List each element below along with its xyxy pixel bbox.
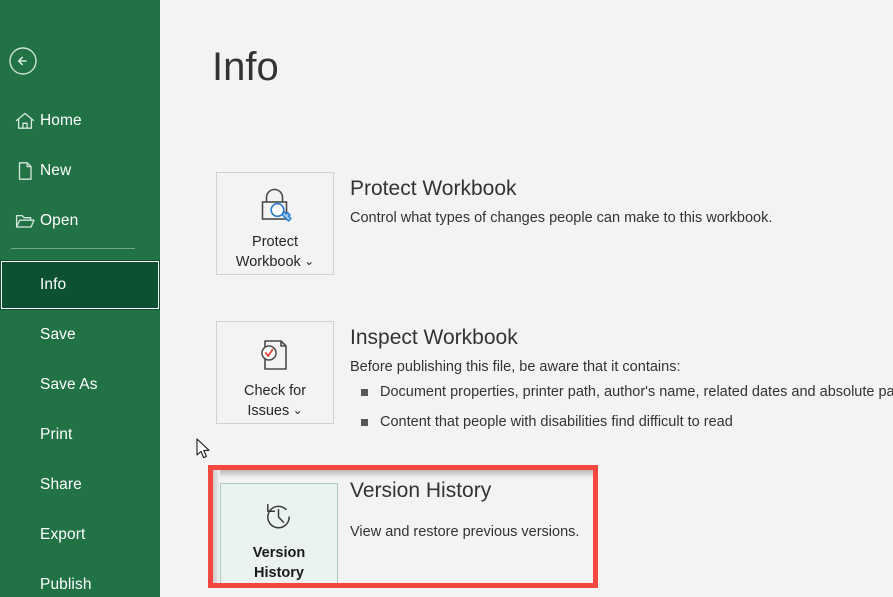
sidebar-item-label: Export xyxy=(40,526,85,544)
sidebar-item-publish[interactable]: Publish xyxy=(0,560,160,597)
sidebar-item-label: Save As xyxy=(40,376,98,394)
sidebar-item-label: Publish xyxy=(40,576,92,594)
version-history-description: View and restore previous versions. xyxy=(350,522,579,542)
sidebar-item-save-as[interactable]: Save As xyxy=(0,360,160,410)
info-main-pane: Info Protect Workbook ⌄ Protect Workbook… xyxy=(160,0,893,597)
highlight-shadow-top xyxy=(213,470,593,478)
excel-backstage-info-screen: Home New Open Info xyxy=(0,0,893,597)
sidebar-item-home[interactable]: Home xyxy=(0,96,160,146)
open-folder-icon xyxy=(14,210,36,232)
protect-workbook-description: Control what types of changes people can… xyxy=(350,208,772,228)
sidebar-item-label: Open xyxy=(40,212,78,230)
chevron-down-icon: ⌄ xyxy=(301,254,314,268)
sidebar-item-label: New xyxy=(40,162,71,180)
sidebar-item-label: Info xyxy=(40,276,66,294)
new-document-icon xyxy=(14,160,36,182)
sidebar-top-nav: Home New Open xyxy=(0,96,160,246)
sidebar-item-label: Home xyxy=(40,112,82,130)
inspect-workbook-bullet-list: Document properties, printer path, autho… xyxy=(350,382,893,433)
inspect-workbook-heading: Inspect Workbook xyxy=(350,325,518,351)
lock-key-icon xyxy=(252,186,298,226)
check-for-issues-button-label: Check for Issues ⌄ xyxy=(240,381,310,421)
sidebar-item-save[interactable]: Save xyxy=(0,310,160,360)
sidebar-item-open[interactable]: Open xyxy=(0,196,160,246)
list-item: Content that people with disabilities fi… xyxy=(350,412,893,433)
sidebar-item-label: Share xyxy=(40,476,82,494)
sidebar-item-new[interactable]: New xyxy=(0,146,160,196)
list-item-text: Document properties, printer path, autho… xyxy=(380,384,893,400)
protect-workbook-button-label: Protect Workbook ⌄ xyxy=(232,232,318,272)
sidebar-item-info[interactable]: Info xyxy=(0,260,160,310)
clock-history-icon xyxy=(256,497,302,537)
sidebar-item-share[interactable]: Share xyxy=(0,460,160,510)
highlight-shadow-left xyxy=(213,470,220,583)
backstage-sidebar: Home New Open Info xyxy=(0,0,160,597)
bullet-square-icon xyxy=(361,389,368,396)
home-icon xyxy=(14,110,36,132)
sidebar-lower-nav: Info Save Save As Print Share Export Pub… xyxy=(0,260,160,597)
document-check-icon xyxy=(252,335,298,375)
back-button[interactable] xyxy=(8,46,38,76)
inspect-workbook-description: Before publishing this file, be aware th… xyxy=(350,357,680,377)
version-history-button[interactable]: Version History xyxy=(220,483,338,586)
back-arrow-icon xyxy=(8,46,38,76)
sidebar-item-label: Save xyxy=(40,326,76,344)
protect-workbook-caption-text: Protect Workbook xyxy=(236,234,301,270)
sidebar-item-print[interactable]: Print xyxy=(0,410,160,460)
version-history-heading: Version History xyxy=(350,478,491,504)
check-for-issues-button[interactable]: Check for Issues ⌄ xyxy=(216,321,334,424)
chevron-down-icon: ⌄ xyxy=(289,403,302,417)
version-history-button-label: Version History xyxy=(249,543,309,583)
protect-workbook-button[interactable]: Protect Workbook ⌄ xyxy=(216,172,334,275)
protect-workbook-heading: Protect Workbook xyxy=(350,176,517,202)
list-item: Document properties, printer path, autho… xyxy=(350,382,893,403)
sidebar-item-export[interactable]: Export xyxy=(0,510,160,560)
bullet-square-icon xyxy=(361,419,368,426)
sidebar-divider xyxy=(11,248,135,249)
sidebar-item-label: Print xyxy=(40,426,72,444)
page-title: Info xyxy=(212,42,279,92)
list-item-text: Content that people with disabilities fi… xyxy=(380,414,733,430)
